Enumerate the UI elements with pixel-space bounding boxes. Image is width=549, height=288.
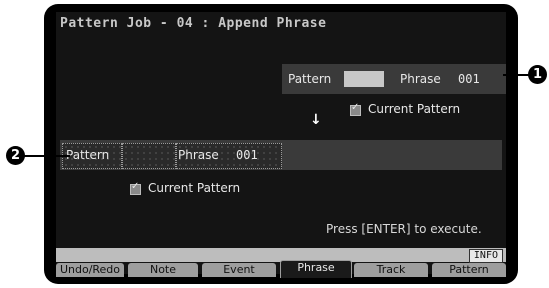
info-button[interactable]: INFO — [468, 249, 503, 263]
source-current-pattern-checkbox[interactable] — [350, 102, 361, 116]
callout-1-badge: 1 — [528, 65, 547, 84]
page-title: Pattern Job - 04 : Append Phrase — [60, 16, 327, 31]
tab-track[interactable]: Track — [354, 263, 428, 277]
tab-pattern[interactable]: Pattern — [432, 263, 506, 277]
tab-event[interactable]: Event — [202, 263, 276, 277]
dest-phrase-label: Phrase — [178, 148, 219, 162]
tab-phrase[interactable]: Phrase — [280, 260, 352, 278]
callout-2-line — [24, 155, 70, 157]
destination-phrase-row: Pattern Phrase 001 — [60, 140, 502, 170]
tab-note[interactable]: Note — [128, 263, 198, 277]
tab-undo-redo[interactable]: Undo/Redo — [56, 263, 124, 277]
source-pattern-field[interactable] — [344, 71, 384, 87]
callout-1-line — [503, 74, 529, 76]
source-phrase-value[interactable]: 001 — [458, 72, 480, 86]
dest-pattern-field[interactable] — [122, 143, 176, 169]
dest-phrase-value[interactable]: 001 — [236, 148, 258, 162]
callout-2-badge: 2 — [6, 146, 25, 165]
down-arrow-icon: ↓ — [310, 112, 322, 128]
source-phrase-label: Phrase — [400, 72, 441, 86]
lcd-screen: Pattern Job - 04 : Append Phrase Pattern… — [44, 4, 518, 284]
dest-current-pattern-checkbox[interactable] — [130, 181, 141, 195]
tab-bar: Undo/Redo Note Event Phrase Track Patter… — [56, 260, 506, 278]
execute-hint: Press [ENTER] to execute. — [326, 222, 482, 236]
source-pattern-label: Pattern — [288, 72, 332, 86]
dest-current-pattern-label: Current Pattern — [148, 181, 241, 195]
source-current-pattern-label: Current Pattern — [368, 102, 461, 116]
source-phrase-row: Pattern Phrase 001 — [282, 64, 506, 94]
dest-pattern-label: Pattern — [66, 148, 110, 162]
screen-content: Pattern Job - 04 : Append Phrase Pattern… — [56, 12, 506, 278]
